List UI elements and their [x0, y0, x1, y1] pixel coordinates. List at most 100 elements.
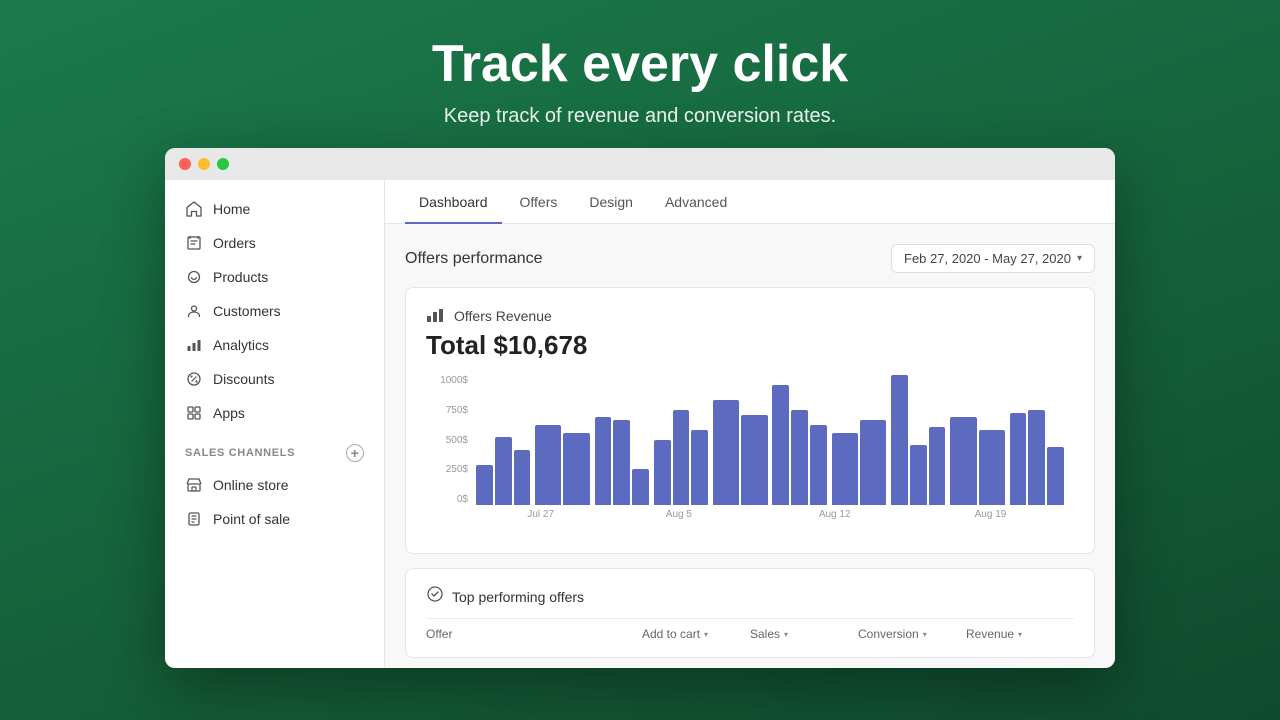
close-dot[interactable]: [179, 158, 191, 170]
top-offers-header: Top performing offers: [426, 585, 1074, 608]
bar: [654, 440, 671, 505]
bar: [891, 375, 908, 505]
bar-group-2: [535, 425, 589, 505]
bar-group-9: [950, 417, 1004, 505]
sidebar-label-discounts: Discounts: [213, 371, 274, 387]
bar: [673, 410, 690, 505]
products-icon: [185, 268, 203, 286]
sidebar-item-orders[interactable]: Orders: [165, 226, 384, 260]
col-conversion[interactable]: Conversion ▾: [858, 627, 966, 641]
table-columns: Offer Add to cart ▾ Sales ▾ Conversion: [426, 618, 1074, 641]
fullscreen-dot[interactable]: [217, 158, 229, 170]
browser-window: Home Orders: [165, 148, 1115, 668]
x-label-aug19: Aug 19: [917, 509, 1064, 520]
sidebar-label-pos: Point of sale: [213, 511, 290, 527]
col-sales[interactable]: Sales ▾: [750, 627, 858, 641]
perf-title: Offers performance: [405, 250, 543, 268]
y-label-1000: 1000$: [426, 375, 474, 386]
col-add-to-cart[interactable]: Add to cart ▾: [642, 627, 750, 641]
tab-advanced[interactable]: Advanced: [651, 180, 741, 224]
chart-bar-icon: [426, 306, 446, 326]
sales-channels-label: SALES CHANNELS: [185, 447, 295, 459]
date-range-picker[interactable]: Feb 27, 2020 - May 27, 2020: [891, 244, 1095, 273]
browser-titlebar: [165, 148, 1115, 180]
tab-design[interactable]: Design: [575, 180, 647, 224]
bar: [613, 420, 630, 505]
sidebar-item-point-of-sale[interactable]: Point of sale: [165, 502, 384, 536]
add-to-cart-sort-arrow: ▾: [704, 630, 708, 639]
revenue-chart-card: Offers Revenue Total $10,678 0$ 250$ 500…: [405, 287, 1095, 554]
bar: [741, 415, 767, 505]
sidebar-label-apps: Apps: [213, 405, 245, 421]
bar: [832, 433, 858, 505]
pos-icon: [185, 510, 203, 528]
sales-sort-arrow: ▾: [784, 630, 788, 639]
bar: [713, 400, 739, 505]
hero-subtitle: Keep track of revenue and conversion rat…: [432, 105, 848, 128]
x-axis: Jul 27 Aug 5 Aug 12 Aug 19: [426, 509, 1074, 520]
sales-channels-header: SALES CHANNELS +: [165, 430, 384, 468]
sidebar-label-orders: Orders: [213, 235, 256, 251]
sidebar-item-customers[interactable]: Customers: [165, 294, 384, 328]
bar: [691, 430, 708, 505]
analytics-icon: [185, 336, 203, 354]
bar-group-1: [476, 437, 530, 505]
sidebar-label-online-store: Online store: [213, 477, 288, 493]
bar: [860, 420, 886, 505]
bar-group-3: [595, 417, 649, 505]
hero-section: Track every click Keep track of revenue …: [432, 0, 848, 148]
sidebar-item-home[interactable]: Home: [165, 192, 384, 226]
x-label-aug12: Aug 12: [752, 509, 917, 520]
add-sales-channel-button[interactable]: +: [346, 444, 364, 462]
bar: [1047, 447, 1064, 505]
col-revenue[interactable]: Revenue ▾: [966, 627, 1074, 641]
bar-chart: 0$ 250$ 500$ 750$ 1000$: [426, 375, 1074, 535]
chart-label: Offers Revenue: [454, 308, 552, 324]
minimize-dot[interactable]: [198, 158, 210, 170]
col-offer-label: Offer: [426, 627, 452, 641]
col-offer: Offer: [426, 627, 642, 641]
sidebar-label-analytics: Analytics: [213, 337, 269, 353]
bar: [1028, 410, 1045, 505]
y-label-750: 750$: [426, 405, 474, 416]
home-icon: [185, 200, 203, 218]
sidebar-item-products[interactable]: Products: [165, 260, 384, 294]
tab-offers[interactable]: Offers: [506, 180, 572, 224]
bar: [950, 417, 976, 505]
bar: [595, 417, 612, 505]
tab-dashboard[interactable]: Dashboard: [405, 180, 502, 224]
bar: [910, 445, 927, 505]
bar-group-8: [891, 375, 945, 505]
bar-group-5: [713, 400, 767, 505]
y-label-0: 0$: [426, 494, 474, 505]
apps-icon: [185, 404, 203, 422]
sidebar-item-online-store[interactable]: Online store: [165, 468, 384, 502]
date-range-label: Feb 27, 2020 - May 27, 2020: [904, 251, 1071, 266]
chart-header: Offers Revenue: [426, 306, 1074, 326]
bar: [810, 425, 827, 505]
top-offers-title: Top performing offers: [452, 589, 584, 605]
bar-group-7: [832, 420, 886, 505]
hero-title: Track every click: [432, 36, 848, 93]
bar: [495, 437, 512, 505]
perf-header: Offers performance Feb 27, 2020 - May 27…: [405, 244, 1095, 273]
browser-body: Home Orders: [165, 180, 1115, 668]
tabs-bar: Dashboard Offers Design Advanced: [385, 180, 1115, 224]
bar: [476, 465, 493, 505]
bar: [979, 430, 1005, 505]
sidebar-item-apps[interactable]: Apps: [165, 396, 384, 430]
discounts-icon: [185, 370, 203, 388]
orders-icon: [185, 234, 203, 252]
sidebar-label-customers: Customers: [213, 303, 281, 319]
customers-icon: [185, 302, 203, 320]
store-icon: [185, 476, 203, 494]
sidebar: Home Orders: [165, 180, 385, 668]
sidebar-item-discounts[interactable]: Discounts: [165, 362, 384, 396]
bar-group-10: [1010, 410, 1064, 505]
revenue-sort-arrow: ▾: [1018, 630, 1022, 639]
top-offers-card: Top performing offers Offer Add to cart …: [405, 568, 1095, 658]
sidebar-item-analytics[interactable]: Analytics: [165, 328, 384, 362]
content-body: Offers performance Feb 27, 2020 - May 27…: [385, 224, 1115, 668]
bar: [772, 385, 789, 505]
bar: [514, 450, 531, 505]
